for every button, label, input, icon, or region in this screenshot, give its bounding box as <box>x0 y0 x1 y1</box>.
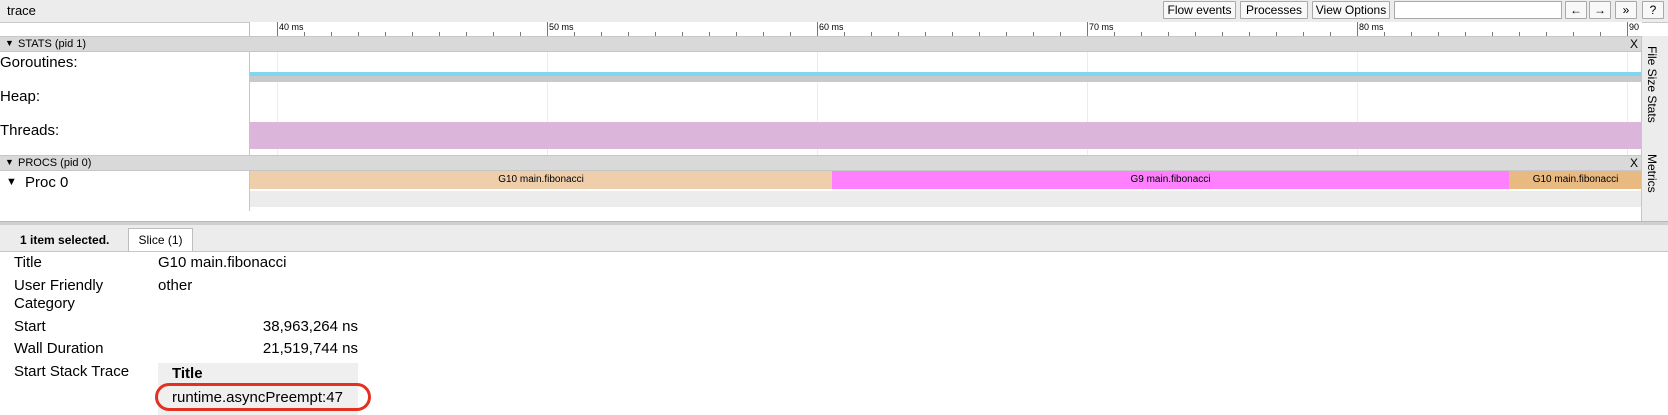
help-button[interactable]: ? <box>1642 1 1664 19</box>
close-stats-button[interactable]: X <box>1630 37 1638 51</box>
top-toolbar: trace Flow events Processes View Options… <box>0 0 1668 23</box>
close-procs-button[interactable]: X <box>1630 156 1638 170</box>
stats-track-area[interactable] <box>249 52 1642 155</box>
collapse-triangle-icon[interactable]: ▼ <box>5 157 14 167</box>
proc-0-subtrack <box>250 191 1642 207</box>
processes-button[interactable]: Processes <box>1240 1 1308 19</box>
ruler-major-tick <box>1627 22 1628 36</box>
time-ruler[interactable]: 40 ms 50 ms 60 ms 70 ms 80 ms 90 <box>249 22 1642 37</box>
collapse-triangle-icon[interactable]: ▼ <box>5 38 14 48</box>
wall-duration-value: 21,519,744 ns <box>262 340 358 357</box>
threads-label: Threads: <box>0 122 60 139</box>
file-size-stats-tab[interactable]: File Size Stats <box>1645 46 1659 123</box>
title-key: Title <box>14 254 42 271</box>
more-button[interactable]: » <box>1615 1 1637 19</box>
heap-label: Heap: <box>0 88 41 105</box>
proc-0-track[interactable]: G10 main.fibonacci G9 main.fibonacci G10… <box>249 171 1642 211</box>
slice-g10-fibonacci[interactable]: G10 main.fibonacci <box>1509 171 1642 189</box>
stack-table-header: Title <box>172 365 203 382</box>
ruler-label-60ms: 60 ms <box>819 22 844 32</box>
trace-title: trace <box>7 3 36 18</box>
start-value: 38,963,264 ns <box>262 318 358 335</box>
ruler-major-tick <box>277 22 278 36</box>
selection-count: 1 item selected. <box>20 233 110 247</box>
title-value: G10 main.fibonacci <box>158 254 287 271</box>
highlight-circle <box>155 383 371 411</box>
ruler-label-40ms: 40 ms <box>279 22 304 32</box>
ruler-label-70ms: 70 ms <box>1089 22 1114 32</box>
ruler-label-90ms: 90 <box>1629 22 1640 32</box>
tab-slice[interactable]: Slice (1) <box>128 228 193 251</box>
side-panel: File Size Stats Metrics <box>1641 36 1668 221</box>
procs-section-title: PROCS (pid 0) <box>18 157 92 169</box>
ruler-major-tick <box>547 22 548 36</box>
ruler-major-tick <box>817 22 818 36</box>
ruler-major-tick <box>1357 22 1358 36</box>
analysis-tab-bar: 1 item selected. Slice (1) <box>0 225 1668 252</box>
view-options-button[interactable]: View Options <box>1312 1 1390 19</box>
goroutines-runnable-bar[interactable] <box>250 76 1642 82</box>
ruler-major-tick <box>1087 22 1088 36</box>
wall-duration-key: Wall Duration <box>14 340 104 357</box>
expand-triangle-icon[interactable]: ▼ <box>6 176 17 188</box>
stats-section-header[interactable]: ▼ STATS (pid 1) X <box>0 36 1641 52</box>
ruler-label-80ms: 80 ms <box>1359 22 1384 32</box>
ruler-label-50ms: 50 ms <box>549 22 574 32</box>
metrics-tab[interactable]: Metrics <box>1645 154 1659 193</box>
procs-section-header[interactable]: ▼ PROCS (pid 0) X <box>0 155 1641 171</box>
proc-0-label: Proc 0 <box>25 174 69 191</box>
threads-bar[interactable] <box>250 122 1642 149</box>
category-value: other <box>158 277 193 294</box>
start-key: Start <box>14 318 46 335</box>
slice-g9-fibonacci[interactable]: G9 main.fibonacci <box>832 171 1509 189</box>
slice-g10-fibonacci[interactable]: G10 main.fibonacci <box>250 171 832 189</box>
flow-events-button[interactable]: Flow events <box>1163 1 1236 19</box>
category-key-line1: User Friendly <box>14 277 104 294</box>
prev-result-button[interactable]: ← <box>1565 1 1587 19</box>
search-input[interactable] <box>1394 1 1562 19</box>
start-stack-trace-key: Start Stack Trace <box>14 363 130 380</box>
goroutines-label: Goroutines: <box>0 54 78 71</box>
stats-section-title: STATS (pid 1) <box>18 38 87 50</box>
next-result-button[interactable]: → <box>1589 1 1611 19</box>
category-key-line2: Category <box>14 295 75 312</box>
